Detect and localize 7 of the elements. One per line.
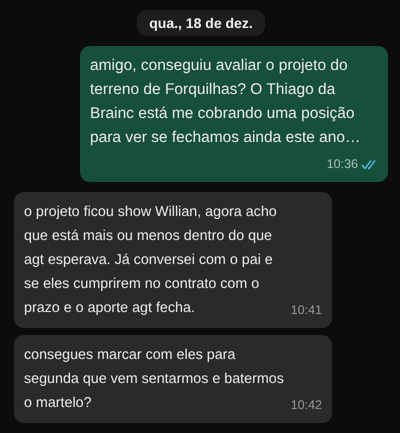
message-time: 10:42: [290, 397, 322, 414]
date-divider: qua., 18 de dez.: [137, 10, 265, 36]
message-text: o projeto ficou show Willian, agora acho que está mais ou menos dentro do que agt esperava. Já conversei com o pai e se eles cumprirem no contrato com o prazo e o aporte agt fecha.: [24, 203, 278, 318]
message-text: amigo, conseguiu avaliar o projeto do terreno de Forquilhas? O Thiago da Brainc está me cobrando uma posição para ver se fechamos ainda este ano…: [90, 56, 362, 148]
message-time: 10:41: [290, 302, 322, 319]
message-time: 10:36: [326, 156, 358, 173]
message-text: consegues marcar com eles para segunda que vem sentarmos e batermos o martelo?: [24, 346, 285, 413]
